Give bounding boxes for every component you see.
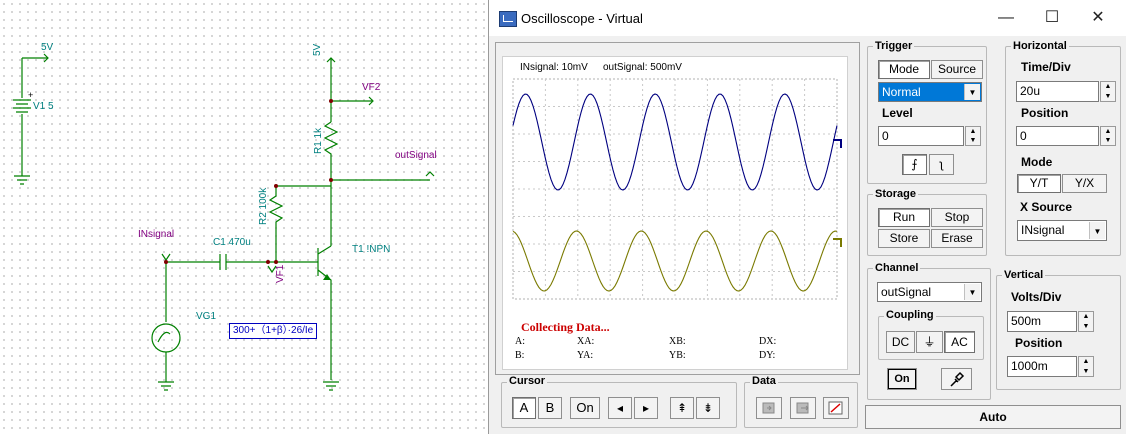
cursor-on-button[interactable]: On [570, 397, 600, 419]
trigger-falling-edge-button[interactable]: ʅ [929, 154, 954, 175]
oscilloscope-app-icon [499, 11, 517, 27]
vertical-position-spinner[interactable]: ▲ ▼ [1078, 356, 1094, 377]
v1-name-label: V1 5 [33, 101, 54, 112]
horizontal-position-input[interactable]: 0 [1016, 126, 1099, 146]
yt-mode-button[interactable]: Y/T [1017, 174, 1061, 193]
coupling-ground-button[interactable]: ⏚ [916, 331, 943, 353]
schematic-canvas[interactable]: + 5V V1 5 5V VF2 R1 1k outSignal R2 100k… [0, 0, 488, 434]
trigger-mode-value: Normal [882, 85, 921, 99]
outsignal-label: outSignal [395, 150, 437, 161]
storage-title: Storage [873, 188, 918, 200]
cursor-yb-readout: YB: [669, 350, 686, 361]
chevron-down-icon: ▼ [964, 84, 980, 100]
horizontal-position-spinner[interactable]: ▲ ▼ [1100, 126, 1116, 146]
trigger-level-label: Level [882, 106, 913, 120]
erase-button[interactable]: Erase [931, 229, 983, 248]
chevron-down-icon: ▼ [1089, 222, 1105, 239]
cursor-dx-readout: DX: [759, 336, 777, 347]
data-plot-button[interactable] [823, 397, 849, 419]
cursor-down-button[interactable]: ⇟ [696, 397, 720, 419]
data-title: Data [750, 375, 778, 387]
vg1-label: VG1 [196, 311, 217, 322]
cursor-b-button[interactable]: B [538, 397, 562, 419]
r2-label: R2 100k [258, 187, 269, 225]
trigger-source-button[interactable]: Source [931, 60, 983, 79]
cursor-right-button[interactable]: ▸ [634, 397, 658, 419]
run-button[interactable]: Run [878, 208, 930, 227]
trigger-title: Trigger [873, 40, 915, 52]
vf1-label: VF1 [275, 264, 286, 283]
trigger-rising-edge-button[interactable]: ⨍ [902, 154, 927, 175]
v1-top-label: 5V [41, 42, 54, 53]
xsource-value: INsignal [1021, 223, 1065, 237]
minimize-button[interactable]: — [983, 0, 1029, 36]
horizontal-position-label: Position [1021, 106, 1069, 120]
load-icon [762, 402, 775, 414]
voltsdiv-label: Volts/Div [1011, 290, 1062, 304]
xsource-label: X Source [1020, 200, 1073, 214]
channel-on-button[interactable]: On [887, 368, 917, 390]
cursor-title: Cursor [507, 375, 548, 387]
oscilloscope-window: Oscilloscope - Virtual — ☐ ✕ INsignal: 1… [488, 0, 1126, 434]
timediv-spinner[interactable]: ▲ ▼ [1100, 81, 1116, 102]
probe-icon [949, 371, 964, 387]
cursor-dy-readout: DY: [759, 350, 776, 361]
data-export-button[interactable] [790, 397, 816, 419]
plot-icon [828, 401, 843, 415]
cursor-up-button[interactable]: ⇞ [670, 397, 694, 419]
svg-text:+: + [28, 90, 33, 100]
maximize-button[interactable]: ☐ [1029, 0, 1075, 36]
c1-label: C1 470u [213, 237, 251, 248]
cursor-left-button[interactable]: ◂ [608, 397, 632, 419]
t1-label: T1 !NPN [352, 244, 391, 255]
cursor-b-readout: B: [515, 350, 525, 361]
coupling-dc-button[interactable]: DC [886, 331, 915, 353]
yx-mode-button[interactable]: Y/X [1062, 174, 1107, 193]
voltsdiv-spinner[interactable]: ▲ ▼ [1078, 311, 1094, 332]
voltsdiv-input[interactable]: 500m [1007, 311, 1077, 332]
vcc-label: 5V [312, 43, 323, 56]
channel-select[interactable]: outSignal ▼ [877, 282, 982, 302]
trigger-level-input[interactable]: 0 [878, 126, 964, 146]
timediv-input[interactable]: 20u [1016, 81, 1099, 102]
r1-label: R1 1k [313, 127, 324, 154]
cursor-xb-readout: XB: [669, 336, 686, 347]
coupling-ac-button[interactable]: AC [944, 331, 975, 353]
schematic-wires: + [13, 53, 435, 391]
cursor-xa-readout: XA: [577, 336, 595, 347]
legend-insignal: INsignal: 10mV [520, 62, 588, 73]
trigger-mode-button[interactable]: Mode [878, 60, 930, 79]
formula-label[interactable]: 300+（1+β）·26/Ie [229, 323, 318, 339]
vf2-label: VF2 [362, 82, 381, 93]
trigger-level-spinner[interactable]: ▲ ▼ [965, 126, 981, 146]
trigger-mode-select[interactable]: Normal ▼ [878, 82, 982, 102]
window-title: Oscilloscope - Virtual [521, 11, 643, 26]
xsource-select[interactable]: INsignal ▼ [1017, 220, 1107, 241]
chevron-down-icon: ▼ [964, 284, 980, 300]
probe-color-button[interactable] [941, 368, 972, 390]
timediv-label: Time/Div [1021, 60, 1071, 74]
cursor-ya-readout: YA: [577, 350, 594, 361]
store-button[interactable]: Store [878, 229, 930, 248]
vertical-position-input[interactable]: 1000m [1007, 356, 1077, 377]
stop-button[interactable]: Stop [931, 208, 983, 227]
vertical-title: Vertical [1002, 269, 1046, 281]
cursor-a-button[interactable]: A [512, 397, 536, 419]
title-bar[interactable]: Oscilloscope - Virtual — ☐ ✕ [489, 0, 1126, 36]
legend-outsignal: outSignal: 500mV [603, 62, 682, 73]
horizontal-title: Horizontal [1011, 40, 1069, 52]
horizontal-mode-label: Mode [1021, 155, 1053, 169]
channel-value: outSignal [881, 285, 932, 299]
status-collecting: Collecting Data... [521, 320, 610, 334]
cursor-a-readout: A: [515, 336, 525, 347]
close-button[interactable]: ✕ [1075, 0, 1121, 36]
coupling-title: Coupling [884, 309, 936, 321]
channel-title: Channel [873, 262, 921, 274]
auto-button[interactable]: Auto [865, 405, 1121, 429]
export-icon [796, 402, 809, 414]
data-load-button[interactable] [756, 397, 782, 419]
insignal-label: INsignal [138, 229, 175, 240]
vertical-position-label: Position [1015, 336, 1063, 350]
